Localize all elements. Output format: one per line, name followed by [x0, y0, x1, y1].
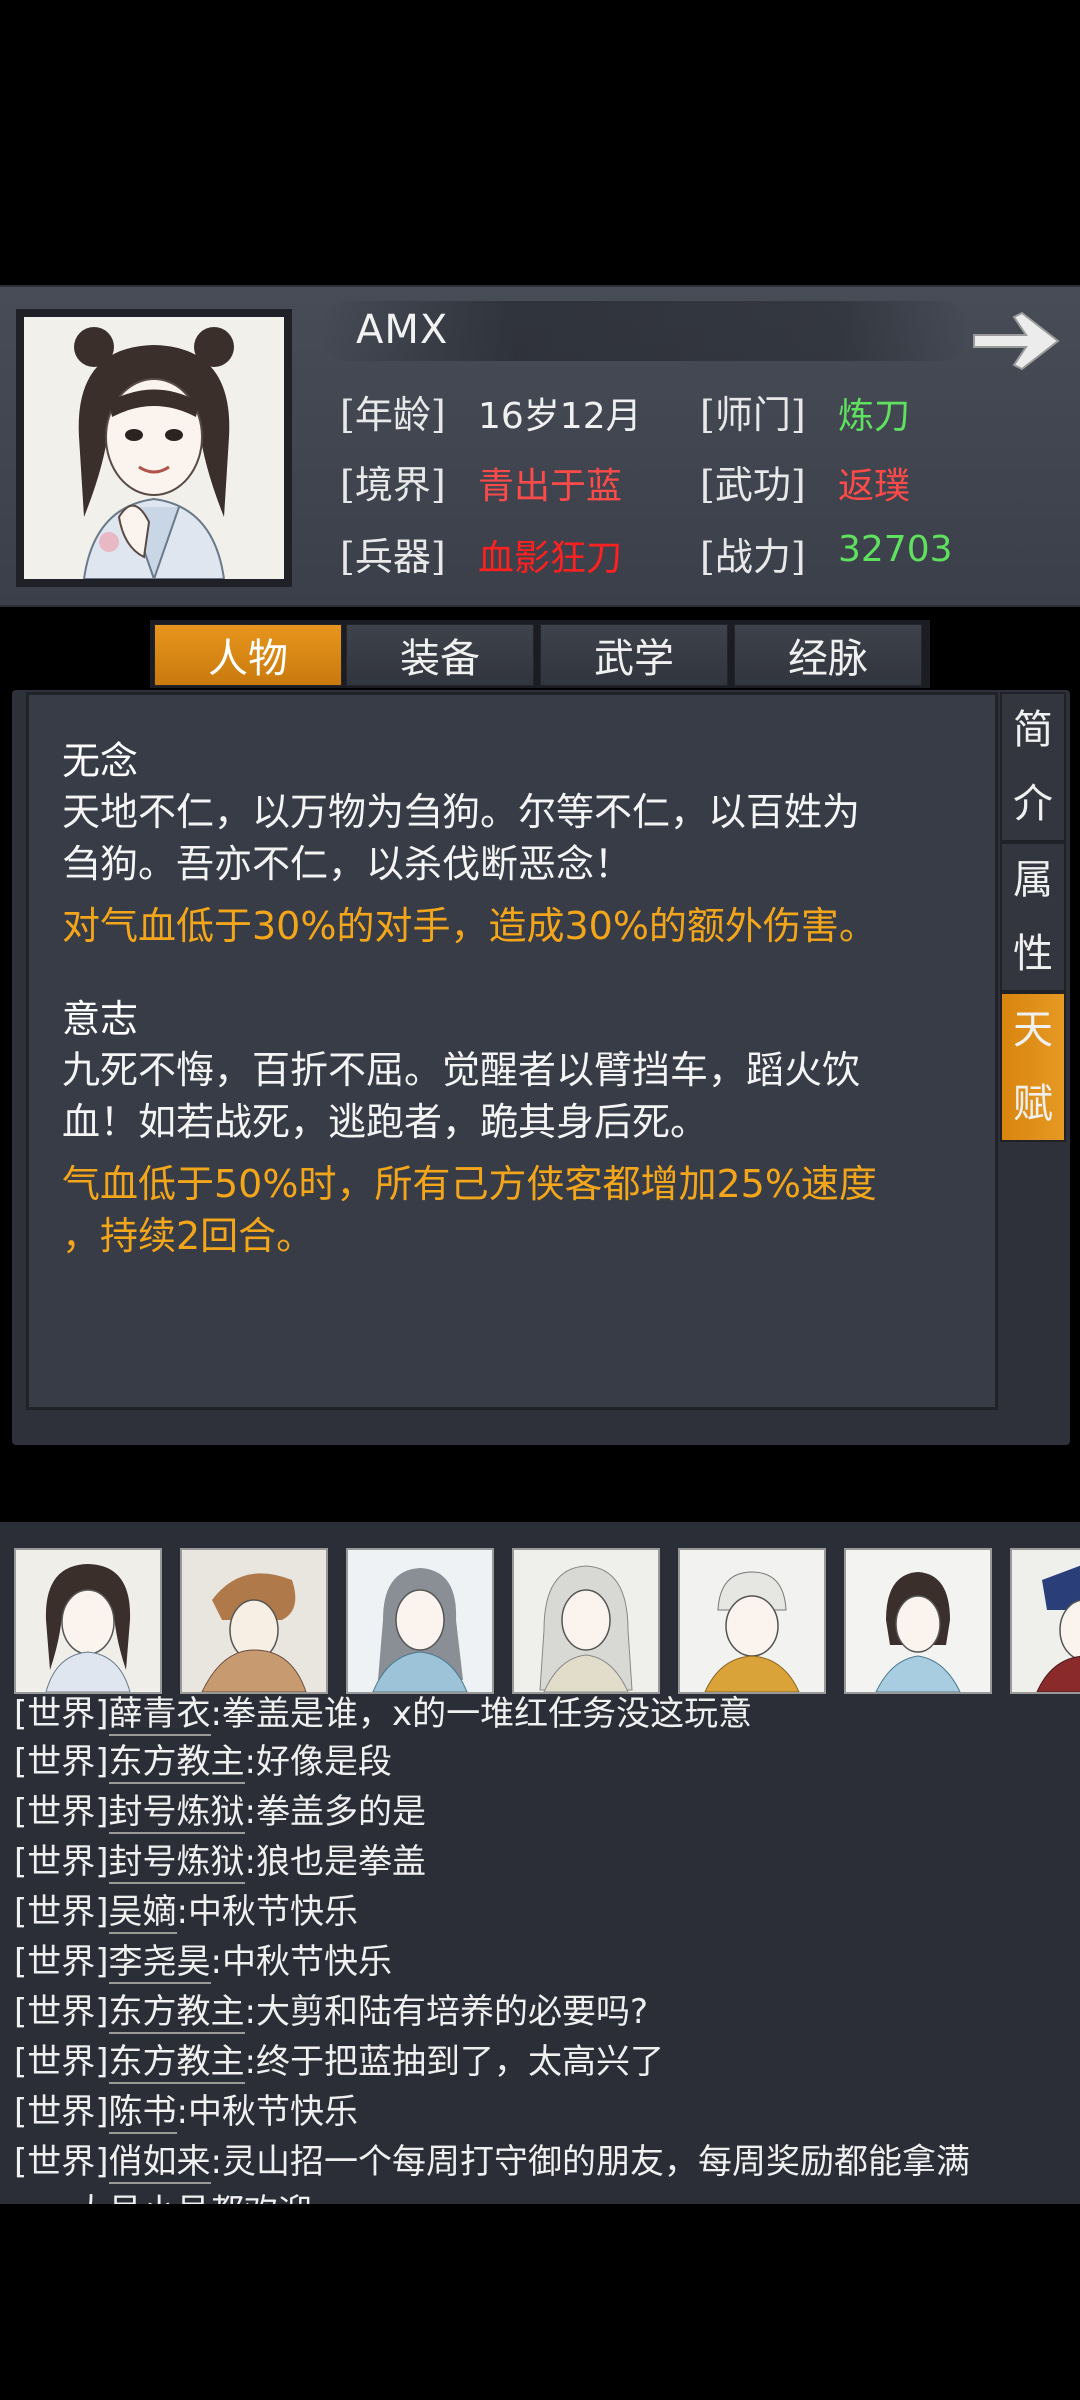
talent-effect: 对气血低于30%的对手，造成30%的额外伤害。	[62, 904, 877, 948]
chat-message: [世界]东方教主:终于把蓝抽到了，太高兴了	[14, 2034, 664, 2084]
chat-message: [世界]陈书:中秋节快乐	[14, 2084, 358, 2134]
hero-portrait[interactable]	[678, 1548, 826, 1694]
chat-channel: [世界]	[14, 1792, 109, 1832]
character-header: AMX [年龄] 16岁12月 [师门] 炼刀 [境界] 青出于蓝 [武功] 返…	[0, 285, 1080, 607]
chat-message: [世界]封号炼狱:拳盖多的是	[14, 1784, 426, 1834]
martial-label: [武功]	[700, 463, 806, 507]
chat-text: :中秋节快乐	[176, 1892, 358, 1932]
arrow-right-icon	[973, 311, 1060, 371]
side-tab-char: 属	[1013, 857, 1053, 903]
tab-martial-arts[interactable]: 武学	[540, 624, 728, 686]
chat-message: [世界]李尧昊:中秋节快乐	[14, 1934, 392, 1984]
chat-text: :大剪和陆有培养的必要吗?	[244, 1992, 649, 2032]
chat-username[interactable]: 李尧昊	[108, 1942, 211, 1984]
talent-description-line: 刍狗。吾亦不仁，以杀伐断恶念！	[62, 842, 633, 886]
hero-portrait[interactable]	[346, 1548, 494, 1694]
chat-username[interactable]: 俏如来	[108, 2142, 211, 2184]
realm-value: 青出于蓝	[478, 466, 623, 507]
chat-channel: [世界]	[14, 1694, 109, 1734]
power-value: 32703	[838, 529, 953, 570]
talent-description: 九死不悔，百折不屈。觉醒者以臂挡车，蹈火饮 血！如若战死，逃跑者，跪其身后死。	[62, 1044, 962, 1148]
side-tab-char: 简	[1013, 707, 1053, 753]
chat-text: :终于把蓝抽到了，太高兴了	[244, 2042, 664, 2082]
age-label: [年龄]	[340, 393, 446, 437]
weapon-label: [兵器]	[340, 535, 446, 579]
chat-channel: [世界]	[14, 1892, 109, 1932]
age-value: 16岁12月	[478, 396, 642, 437]
chat-channel: [世界]	[14, 1942, 109, 1982]
chat-channel: [世界]	[14, 2142, 109, 2182]
chat-message: ，大号小号都欢迎	[40, 2184, 312, 2204]
chat-text: :中秋节快乐	[176, 2092, 358, 2132]
world-chat[interactable]: [世界]薛青衣:拳盖是谁，x的一堆红任务没这玩意 [世界]东方教主:好像是段 […	[0, 1694, 1080, 2204]
hero-portrait[interactable]	[512, 1548, 660, 1694]
talent-effect-line: 气血低于50%时，所有己方侠客都增加25%速度	[62, 1162, 877, 1206]
power-label: [战力]	[700, 535, 806, 579]
hero-portrait[interactable]	[14, 1548, 162, 1694]
side-tab-attributes[interactable]: 属 性	[1000, 842, 1066, 992]
weapon-value: 血影狂刀	[478, 538, 623, 579]
sect-label: [师门]	[700, 393, 806, 437]
side-tab-char: 赋	[1013, 1081, 1053, 1127]
chat-message: [世界]东方教主:大剪和陆有培养的必要吗?	[14, 1984, 649, 2034]
hero-portrait[interactable]	[1010, 1548, 1080, 1694]
chat-channel: [世界]	[14, 1992, 109, 2032]
tab-meridians[interactable]: 经脉	[734, 624, 922, 686]
chat-text: :好像是段	[244, 1742, 392, 1782]
chat-username[interactable]: 吴嫡	[108, 1892, 177, 1934]
chat-text: :灵山招一个每周打守御的朋友，每周奖励都能拿满	[210, 2142, 970, 2182]
chat-username[interactable]: 陈书	[108, 2092, 177, 2134]
chat-message: [世界]东方教主:好像是段	[14, 1734, 392, 1784]
talent-description: 天地不仁，以万物为刍狗。尔等不仁，以百姓为 刍狗。吾亦不仁，以杀伐断恶念！	[62, 786, 962, 890]
talent-title: 无念	[62, 739, 139, 783]
talent-effect-line: ，持续2回合。	[62, 1214, 315, 1258]
talent-description-line: 九死不悔，百折不屈。觉醒者以臂挡车，蹈火饮	[62, 1048, 861, 1092]
side-tab-char: 天	[1013, 1007, 1053, 1053]
chat-message: [世界]薛青衣:拳盖是谁，x的一堆红任务没这玩意	[14, 1694, 753, 1736]
chat-text: :狼也是拳盖	[244, 1842, 426, 1882]
chat-message: [世界]吴嫡:中秋节快乐	[14, 1884, 358, 1934]
hero-portrait[interactable]	[844, 1548, 992, 1694]
talent-title: 意志	[62, 997, 139, 1041]
hero-portrait-bar	[0, 1522, 1080, 1694]
tab-equipment[interactable]: 装备	[346, 624, 534, 686]
chat-text: ，大号小号都欢迎	[40, 2192, 312, 2204]
player-name: AMX	[356, 307, 449, 353]
talent-description-line: 天地不仁，以万物为刍狗。尔等不仁，以百姓为	[62, 790, 861, 834]
chat-username[interactable]: 东方教主	[108, 2042, 245, 2084]
talent-effect: 气血低于50%时，所有己方侠客都增加25%速度 ，持续2回合。	[62, 1158, 962, 1262]
main-tab-bar: 人物 装备 武学 经脉	[150, 620, 930, 688]
talent-description-line: 血！如若战死，逃跑者，跪其身后死。	[62, 1100, 709, 1144]
chat-username[interactable]: 封号炼狱	[108, 1792, 245, 1834]
chat-username[interactable]: 东方教主	[108, 1992, 245, 2034]
side-tab-intro[interactable]: 简 介	[1000, 692, 1066, 842]
chat-message: [世界]俏如来:灵山招一个每周打守御的朋友，每周奖励都能拿满	[14, 2134, 970, 2184]
side-tab-char: 性	[1013, 931, 1053, 977]
next-arrow-button[interactable]	[970, 309, 1062, 373]
chat-username[interactable]: 薛青衣	[108, 1694, 211, 1736]
side-tab-talents[interactable]: 天 赋	[1000, 992, 1066, 1142]
realm-label: [境界]	[340, 463, 446, 507]
sect-value: 炼刀	[838, 396, 911, 437]
chat-message: [世界]封号炼狱:狼也是拳盖	[14, 1834, 426, 1884]
chat-channel: [世界]	[14, 2092, 109, 2132]
chat-channel: [世界]	[14, 1842, 109, 1882]
chat-channel: [世界]	[14, 2042, 109, 2082]
tab-character[interactable]: 人物	[154, 624, 342, 686]
chat-text: :拳盖是谁，x的一堆红任务没这玩意	[210, 1694, 753, 1734]
chat-text: :中秋节快乐	[210, 1942, 392, 1982]
chat-text: :拳盖多的是	[244, 1792, 426, 1832]
side-tab-char: 介	[1013, 781, 1053, 827]
hero-portrait[interactable]	[180, 1548, 328, 1694]
martial-value: 返璞	[838, 466, 911, 507]
chat-username[interactable]: 封号炼狱	[108, 1842, 245, 1884]
chat-channel: [世界]	[14, 1742, 109, 1782]
portrait-image	[24, 317, 284, 579]
chat-username[interactable]: 东方教主	[108, 1742, 245, 1784]
character-portrait[interactable]	[16, 309, 292, 587]
